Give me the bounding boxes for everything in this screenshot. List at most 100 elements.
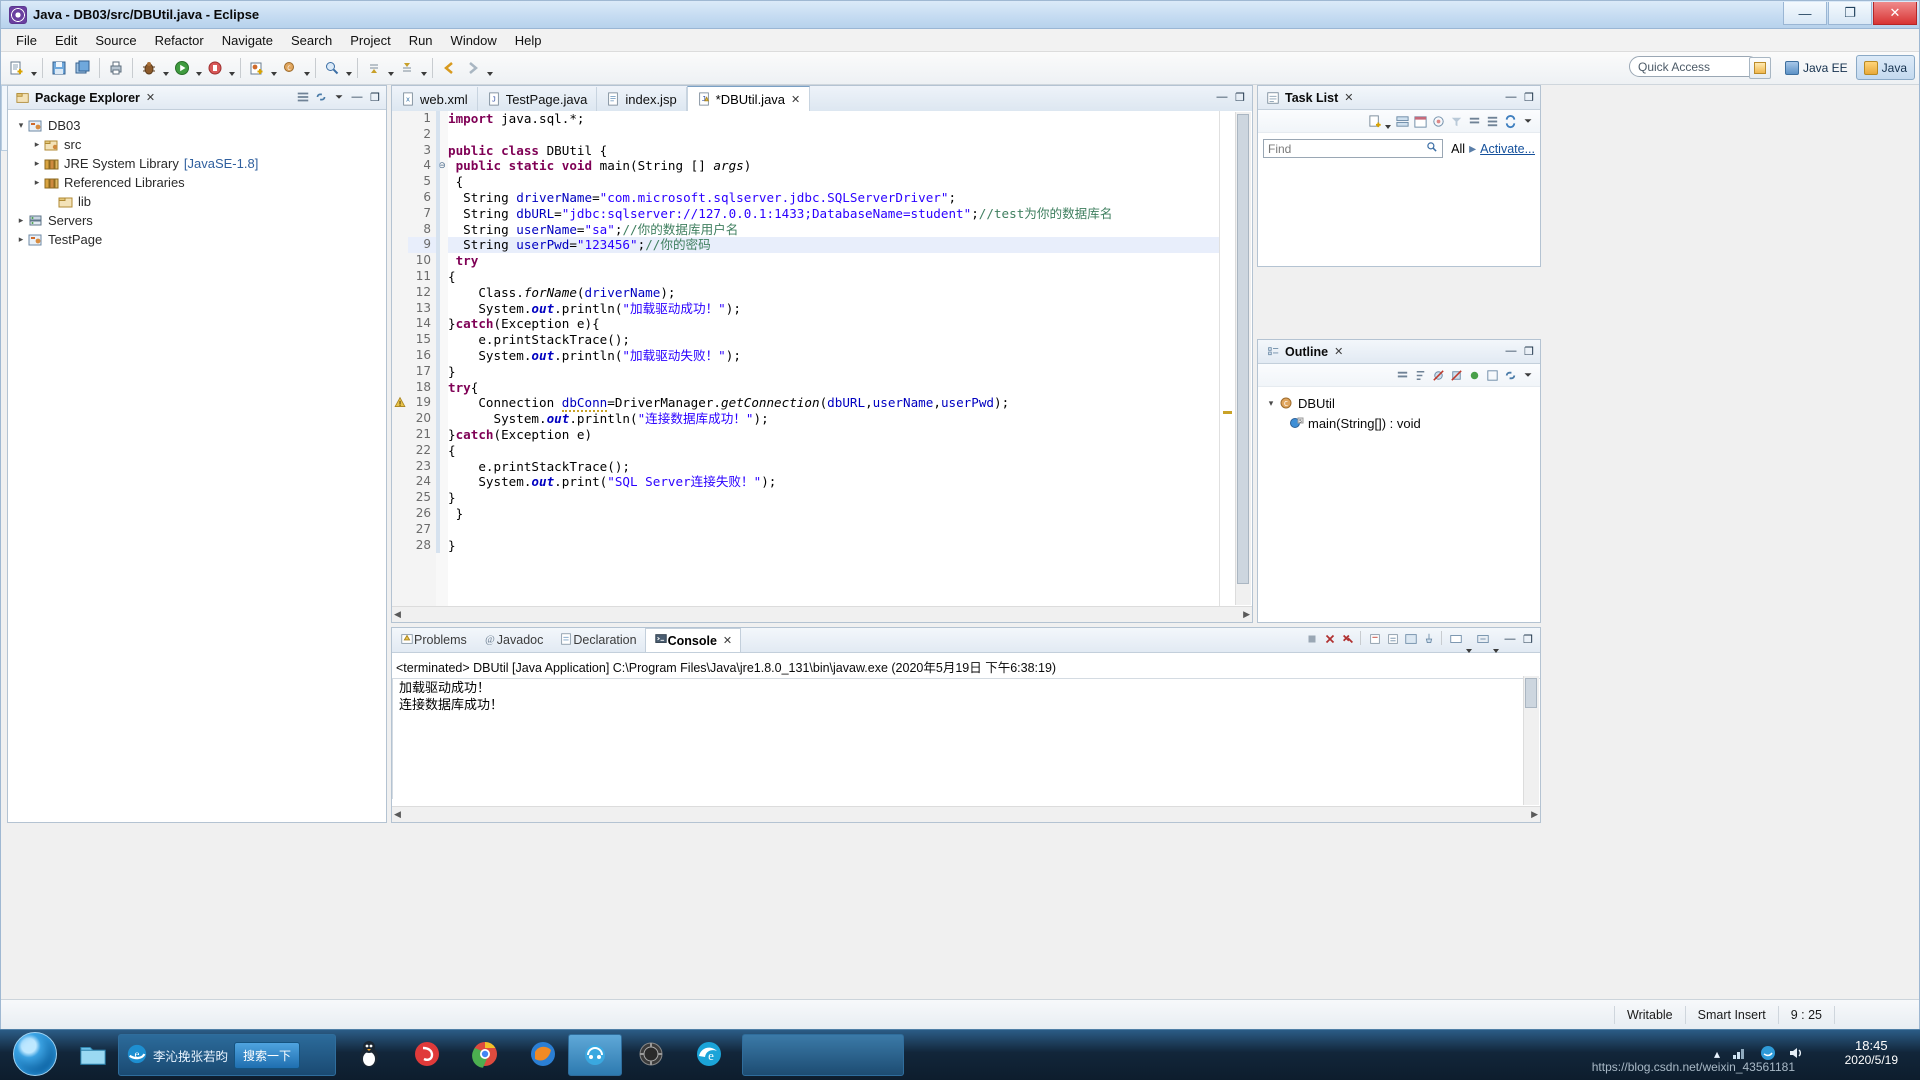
remove-all-launches-icon[interactable]: [1340, 631, 1356, 647]
code-line[interactable]: String driverName="com.microsoft.sqlserv…: [448, 190, 1234, 206]
code-line[interactable]: {: [448, 443, 1234, 459]
warning-marker[interactable]: [1223, 411, 1232, 414]
expand-arrow-icon[interactable]: ▸: [30, 139, 44, 150]
previous-annotation-icon[interactable]: [396, 57, 418, 79]
menu-help[interactable]: Help: [506, 31, 551, 50]
code-line[interactable]: String dbURL="jdbc:sqlserver://127.0.0.1…: [448, 206, 1234, 222]
scrollbar-thumb[interactable]: [1237, 114, 1249, 584]
quick-access-input[interactable]: Quick Access: [1629, 56, 1759, 77]
tree-item-referenced-libraries[interactable]: ▸ Referenced Libraries: [12, 173, 382, 192]
close-icon[interactable]: ✕: [146, 91, 155, 104]
taskbar-item-browser-search[interactable]: e 李沁挽张若昀 搜索一下: [118, 1034, 336, 1076]
open-perspective-icon[interactable]: [1749, 57, 1771, 79]
perspective-java-button[interactable]: Java: [1856, 55, 1915, 80]
next-annotation-dropdown-icon[interactable]: [386, 54, 395, 82]
tab-task-list[interactable]: Task List ✕: [1258, 87, 1361, 109]
next-annotation-icon[interactable]: [363, 57, 385, 79]
code-line[interactable]: e.printStackTrace();: [448, 332, 1234, 348]
hide-local-types-icon[interactable]: [1484, 367, 1500, 383]
expand-arrow-icon[interactable]: ▾: [14, 120, 28, 131]
hide-fields-icon[interactable]: [1430, 367, 1446, 383]
schedule-icon[interactable]: [1412, 113, 1428, 129]
run-dropdown-icon[interactable]: [194, 54, 203, 82]
warning-marker-icon[interactable]: [392, 395, 408, 411]
code-line[interactable]: Connection dbConn=DriverManager.getConne…: [448, 395, 1234, 411]
search-icon[interactable]: [321, 57, 343, 79]
synchronize-icon[interactable]: [1502, 113, 1518, 129]
taskbar-item-firefox[interactable]: [520, 1035, 566, 1073]
open-console-dropdown-icon[interactable]: [1491, 631, 1500, 659]
code-line[interactable]: System.out.println("加载驱动成功！");: [448, 301, 1234, 317]
editor-horizontal-scrollbar[interactable]: ◀ ▶: [392, 606, 1252, 622]
close-button[interactable]: ✕: [1873, 2, 1917, 25]
editor-tab-dbutil-java[interactable]: J *DBUtil.java ✕: [687, 86, 811, 111]
code-line[interactable]: try{: [448, 380, 1234, 396]
link-with-editor-icon[interactable]: [313, 89, 329, 105]
menu-edit[interactable]: Edit: [46, 31, 86, 50]
code-line[interactable]: try: [448, 253, 1234, 269]
editor-tab-index-jsp[interactable]: index.jsp: [597, 87, 686, 111]
view-menu-icon[interactable]: [331, 89, 347, 105]
scroll-right-icon[interactable]: ▶: [1243, 609, 1250, 620]
console-horizontal-scrollbar[interactable]: ◀ ▶: [392, 806, 1540, 822]
maximize-view-icon[interactable]: ❐: [1521, 89, 1537, 105]
start-button[interactable]: [4, 1030, 66, 1078]
maximize-editor-icon[interactable]: ❐: [1232, 89, 1248, 105]
code-line[interactable]: System.out.println("加载驱动失败！");: [448, 348, 1234, 364]
menu-source[interactable]: Source: [86, 31, 145, 50]
code-line[interactable]: }: [448, 506, 1234, 522]
focus-icon[interactable]: [1430, 113, 1446, 129]
print-icon[interactable]: [105, 57, 127, 79]
taskbar-item-eclipse[interactable]: [628, 1035, 674, 1073]
tree-item-jre-system-library[interactable]: ▸ JRE System Library [JavaSE-1.8]: [12, 154, 382, 173]
code-line[interactable]: }catch(Exception e): [448, 427, 1234, 443]
editor-vertical-scrollbar[interactable]: [1235, 112, 1251, 605]
view-menu-icon[interactable]: [1520, 113, 1536, 129]
hide-non-public-icon[interactable]: [1466, 367, 1482, 383]
new-task-icon[interactable]: [1367, 113, 1383, 129]
expand-arrow-icon[interactable]: ▾: [1264, 398, 1278, 409]
code-line[interactable]: System.out.print("SQL Server连接失败！");: [448, 474, 1234, 490]
tab-problems[interactable]: Problems: [392, 629, 475, 652]
tree-item-servers[interactable]: ▸ Servers: [12, 211, 382, 230]
task-find-input[interactable]: Find: [1263, 139, 1443, 158]
run-external-dropdown-icon[interactable]: [227, 54, 236, 82]
close-icon[interactable]: ✕: [1344, 91, 1353, 104]
code-line[interactable]: String userName="sa";//你的数据库用户名: [448, 222, 1234, 238]
console-dropdown-icon[interactable]: [1464, 631, 1473, 659]
forward-dropdown-icon[interactable]: [485, 54, 494, 82]
new-java-project-icon[interactable]: [246, 57, 268, 79]
filter-complete-icon[interactable]: [1448, 113, 1464, 129]
menu-project[interactable]: Project: [341, 31, 399, 50]
show-console-when-output-icon[interactable]: [1403, 631, 1419, 647]
code-line[interactable]: {: [448, 269, 1234, 285]
menu-window[interactable]: Window: [442, 31, 506, 50]
taskbar-item-penguin-app[interactable]: [346, 1035, 392, 1073]
taskbar-item-window[interactable]: [742, 1034, 904, 1076]
new-task-dropdown-icon[interactable]: [1383, 107, 1392, 135]
categorize-icon[interactable]: [1394, 113, 1410, 129]
code-line[interactable]: Class.forName(driverName);: [448, 285, 1234, 301]
tab-package-explorer[interactable]: Package Explorer ✕: [8, 87, 163, 109]
expand-arrow-icon[interactable]: ▸: [30, 177, 44, 188]
expand-arrow-icon[interactable]: ▸: [30, 158, 44, 169]
previous-annotation-dropdown-icon[interactable]: [419, 54, 428, 82]
taskbar-item-chrome[interactable]: [462, 1035, 508, 1073]
menu-run[interactable]: Run: [400, 31, 442, 50]
save-all-icon[interactable]: [72, 57, 94, 79]
new-class-icon[interactable]: C: [279, 57, 301, 79]
minimize-view-icon[interactable]: —: [1503, 89, 1519, 105]
tree-item-lib[interactable]: lib: [12, 192, 382, 211]
minimize-view-icon[interactable]: —: [1503, 343, 1519, 359]
code-line[interactable]: public class DBUtil {: [448, 143, 1234, 159]
view-menu-icon[interactable]: [1520, 367, 1536, 383]
new-java-project-dropdown-icon[interactable]: [269, 54, 278, 82]
outline-item-dbutil[interactable]: ▾ C DBUtil: [1258, 393, 1540, 413]
collapse-all-icon[interactable]: [295, 89, 311, 105]
expand-all-icon[interactable]: [1484, 113, 1500, 129]
scroll-lock-icon[interactable]: [1385, 631, 1401, 647]
code-line[interactable]: System.out.println("连接数据库成功！");: [448, 411, 1234, 427]
tab-console[interactable]: Console ✕: [645, 628, 742, 652]
code-line[interactable]: }: [448, 538, 1234, 554]
task-activate-link[interactable]: Activate...: [1480, 142, 1535, 156]
